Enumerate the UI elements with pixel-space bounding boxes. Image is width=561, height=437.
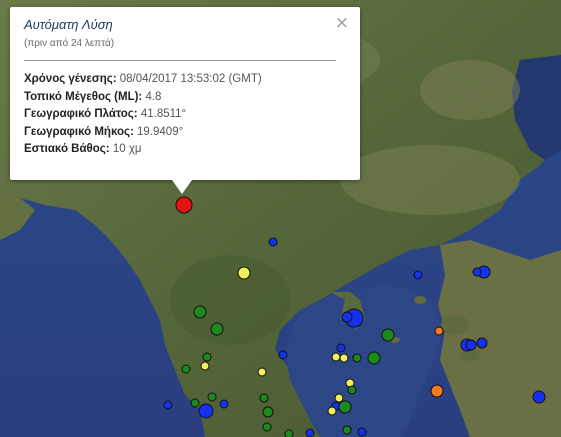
island <box>414 296 426 304</box>
earthquake-marker[interactable] <box>219 399 229 409</box>
earthquake-marker[interactable] <box>338 400 352 414</box>
earthquake-marker[interactable] <box>259 393 269 403</box>
earthquake-marker[interactable] <box>465 339 477 351</box>
popup-pointer <box>172 180 192 194</box>
earthquake-marker[interactable] <box>163 400 173 410</box>
earthquake-marker[interactable] <box>336 343 346 353</box>
earthquake-marker[interactable] <box>347 385 357 395</box>
earthquake-marker[interactable] <box>257 367 267 377</box>
earthquake-marker[interactable] <box>278 350 288 360</box>
field-origin-time: Χρόνος γένεσης: 08/04/2017 13:53:02 (GMT… <box>24 73 262 85</box>
earthquake-marker[interactable] <box>210 322 224 336</box>
island <box>441 315 469 335</box>
earthquake-marker[interactable] <box>193 305 207 319</box>
earthquake-marker[interactable] <box>472 267 482 277</box>
earthquake-marker[interactable] <box>430 384 444 398</box>
terrain-patch <box>420 60 520 120</box>
popup-subtitle: (πριν από 24 λεπτά) <box>24 38 115 49</box>
earthquake-marker[interactable] <box>413 270 423 280</box>
earthquake-marker[interactable] <box>381 328 395 342</box>
popup-divider <box>24 60 336 61</box>
earthquake-marker[interactable] <box>341 311 353 323</box>
field-longitude: Γεωγραφικό Μήκος: 19.9409° <box>24 125 184 138</box>
earthquake-marker[interactable] <box>262 406 274 418</box>
selected-earthquake-marker[interactable] <box>175 196 193 214</box>
earthquake-marker[interactable] <box>342 425 352 435</box>
earthquake-marker[interactable] <box>207 392 217 402</box>
earthquake-marker[interactable] <box>262 422 272 432</box>
earthquake-marker[interactable] <box>331 352 341 362</box>
earthquake-marker[interactable] <box>198 403 214 419</box>
earthquake-marker[interactable] <box>532 390 546 404</box>
close-icon[interactable]: × <box>335 13 349 33</box>
earthquake-marker[interactable] <box>352 353 362 363</box>
island <box>460 349 480 361</box>
field-latitude: Γεωγραφικό Πλάτος: 41.8511° <box>24 108 187 120</box>
earthquake-marker[interactable] <box>339 353 349 363</box>
field-depth: Εστιακό Βάθος: 10 χμ <box>24 143 142 155</box>
earthquake-marker[interactable] <box>334 393 344 403</box>
earthquake-marker[interactable] <box>237 266 251 280</box>
popup-info: Χρόνος γένεσης: 08/04/2017 13:53:02 (GMT… <box>24 71 262 159</box>
earthquake-marker[interactable] <box>202 352 212 362</box>
earthquake-marker[interactable] <box>305 428 315 437</box>
earthquake-marker[interactable] <box>268 237 278 247</box>
info-popup: × Αυτόματη Λύση (πριν από 24 λεπτά) Χρόν… <box>10 7 360 180</box>
terrain-patch <box>170 255 290 345</box>
terrain-patch <box>340 145 520 215</box>
earthquake-marker[interactable] <box>357 427 367 437</box>
earthquake-marker[interactable] <box>434 326 444 336</box>
earthquake-marker[interactable] <box>190 398 200 408</box>
field-magnitude: Τοπικό Μέγεθος (ML): 4.8 <box>24 90 162 103</box>
earthquake-marker[interactable] <box>327 406 337 416</box>
earthquake-marker[interactable] <box>284 429 294 437</box>
earthquake-marker[interactable] <box>367 351 381 365</box>
earthquake-marker[interactable] <box>476 337 488 349</box>
earthquake-marker[interactable] <box>200 361 210 371</box>
earthquake-marker[interactable] <box>181 364 191 374</box>
popup-title: Αυτόματη Λύση <box>24 17 113 32</box>
